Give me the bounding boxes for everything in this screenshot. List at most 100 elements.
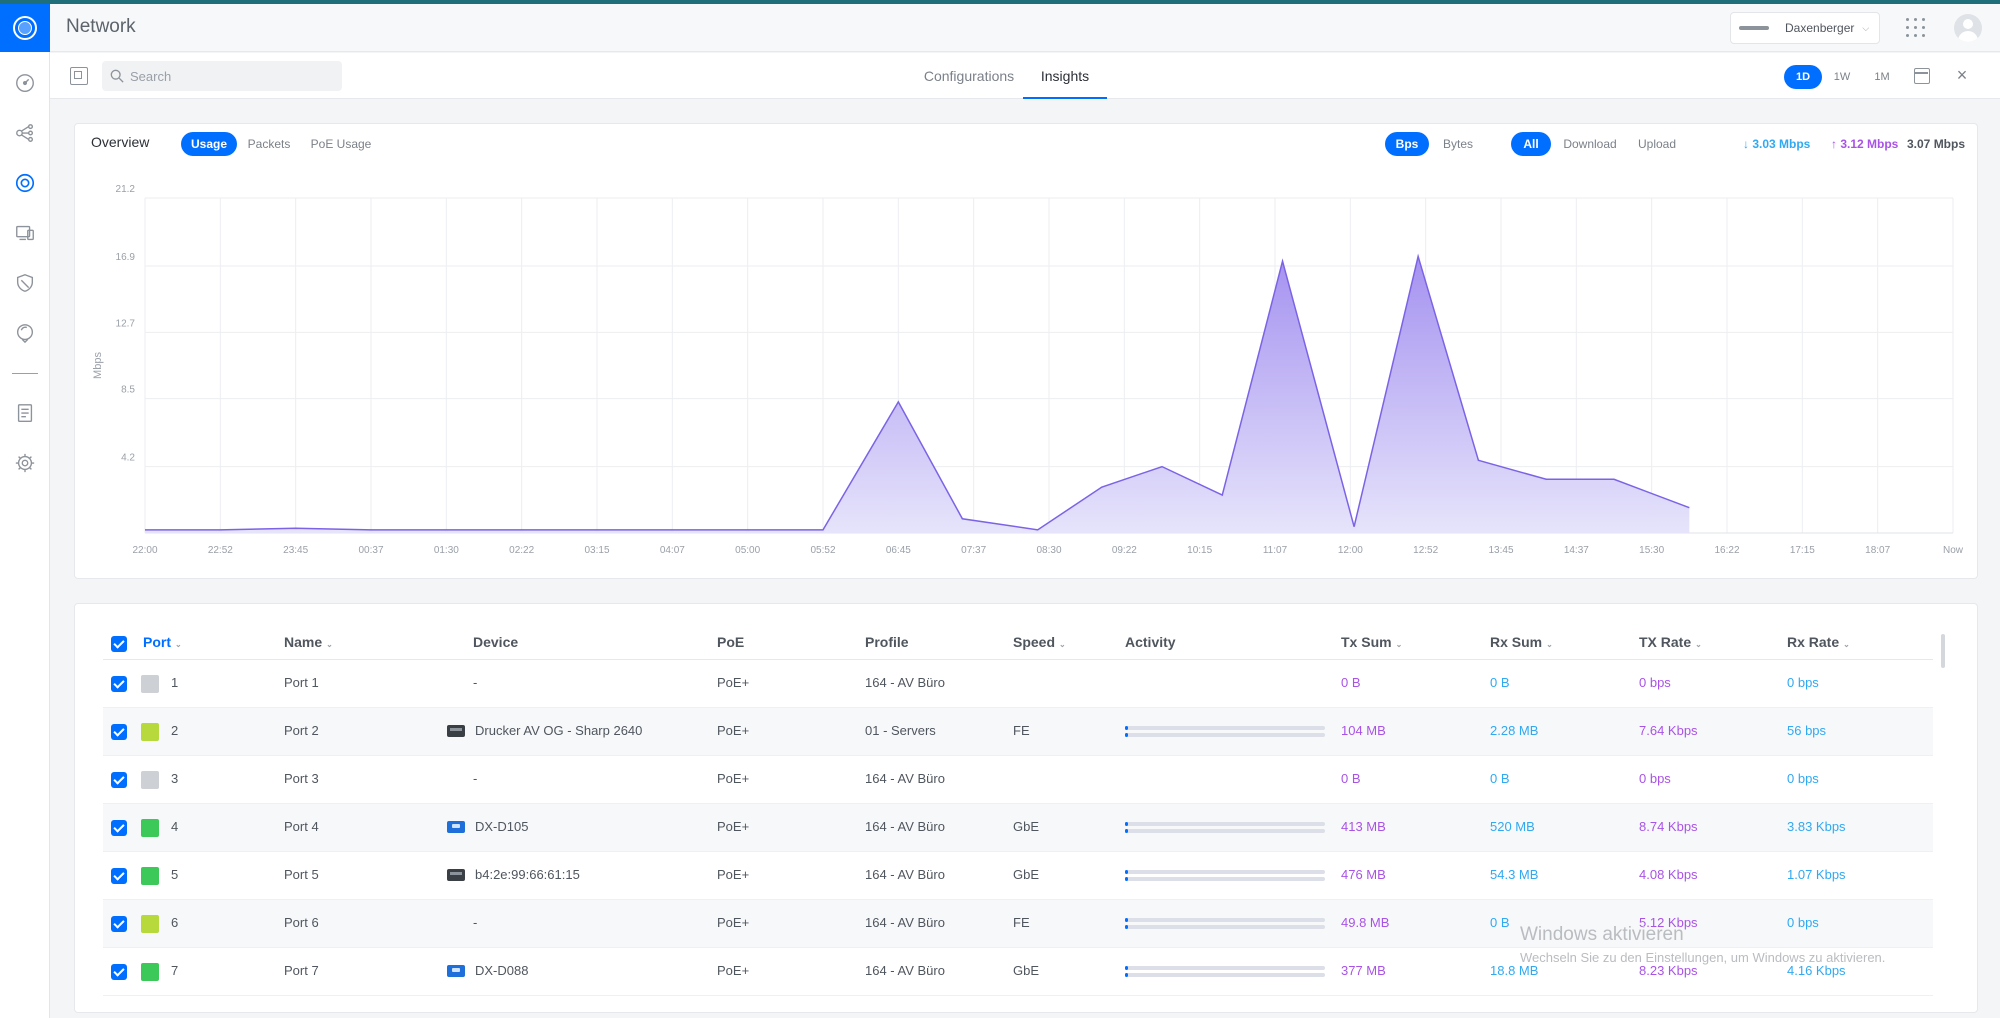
dashboard-icon[interactable]	[12, 70, 38, 96]
cell-profile: 164 - AV Büro	[865, 867, 945, 882]
data-point[interactable]	[1687, 506, 1691, 510]
cell-speed: FE	[1013, 915, 1030, 930]
column-activity[interactable]: Activity	[1125, 634, 1176, 650]
row-checkbox[interactable]	[111, 916, 127, 932]
site-selector[interactable]: Daxenberger ⌵	[1730, 12, 1880, 44]
data-point[interactable]	[821, 528, 825, 532]
user-avatar[interactable]	[1954, 14, 1982, 42]
column-tx-sum[interactable]: Tx Sum ⌄	[1341, 634, 1402, 650]
range-1d-button[interactable]: 1D	[1784, 65, 1822, 89]
cell-tx-sum: 0 B	[1341, 771, 1361, 786]
column-profile[interactable]: Profile	[865, 634, 909, 650]
data-point[interactable]	[1352, 525, 1356, 529]
range-1w-button[interactable]: 1W	[1824, 65, 1860, 89]
cell-speed: GbE	[1013, 819, 1040, 834]
cell-name: Port 4	[284, 819, 319, 834]
data-point[interactable]	[1220, 493, 1224, 497]
column-name[interactable]: Name ⌄	[284, 634, 333, 650]
device-name: DX-D088	[475, 963, 529, 978]
row-checkbox[interactable]	[111, 676, 127, 692]
activity-bars	[1125, 726, 1325, 738]
settings-gear-icon[interactable]	[12, 450, 38, 476]
windows-activation-title: Windows aktivieren	[1520, 924, 1684, 945]
range-1m-button[interactable]: 1M	[1864, 65, 1900, 89]
unifi-logo[interactable]	[0, 4, 50, 52]
table-row[interactable]: 2 Drucker AV OG - Sharp 2640 Port 2 PoE+ 01 …	[103, 708, 1933, 756]
cell-rx-sum: 18.8 MB	[1490, 963, 1539, 978]
tab-configurations[interactable]: Configurations	[906, 53, 1032, 99]
cell-rx-sum: 520 MB	[1490, 819, 1535, 834]
cell-rx-rate: 0 bps	[1787, 675, 1819, 690]
column-rx-rate[interactable]: Rx Rate ⌄	[1787, 634, 1850, 650]
data-point[interactable]	[520, 528, 524, 532]
data-point[interactable]	[896, 400, 900, 404]
insights-icon[interactable]	[12, 320, 38, 346]
table-row[interactable]: 5 b4:2e:99:66:61:15 Port 5 PoE+ 164 - AV Bür…	[103, 852, 1933, 900]
data-point[interactable]	[294, 526, 298, 530]
tab-insights[interactable]: Insights	[1023, 53, 1107, 99]
search-input[interactable]	[130, 68, 330, 84]
data-point[interactable]	[1416, 254, 1420, 258]
device-icon	[447, 725, 465, 737]
topology-icon[interactable]	[12, 120, 38, 146]
close-icon[interactable]: ×	[1952, 65, 1972, 85]
table-row[interactable]: 1 - Port 1 PoE+ 164 - AV Büro 0 B 0 B 0 bps 0 bp…	[103, 660, 1933, 708]
data-point[interactable]	[595, 528, 599, 532]
data-point[interactable]	[369, 528, 373, 532]
data-point[interactable]	[960, 517, 964, 521]
device-name: -	[473, 771, 478, 786]
calendar-icon[interactable]	[1914, 68, 1930, 84]
data-point[interactable]	[218, 528, 222, 532]
column-poe[interactable]: PoE	[717, 634, 744, 650]
port-status-swatch	[141, 723, 159, 741]
cell-profile: 164 - AV Büro	[865, 819, 945, 834]
data-point[interactable]	[1036, 528, 1040, 532]
row-checkbox[interactable]	[111, 964, 127, 980]
data-point[interactable]	[1281, 259, 1285, 263]
data-point[interactable]	[1160, 465, 1164, 469]
data-point[interactable]	[1612, 477, 1616, 481]
row-checkbox[interactable]	[111, 772, 127, 788]
data-point[interactable]	[1476, 458, 1480, 462]
device-icon	[447, 869, 465, 881]
devices-icon[interactable]	[12, 170, 38, 196]
log-icon[interactable]	[12, 400, 38, 426]
search-box[interactable]	[102, 61, 342, 91]
data-point[interactable]	[746, 528, 750, 532]
column-tx-rate[interactable]: TX Rate ⌄	[1639, 634, 1702, 650]
table-row[interactable]: 4 DX-D105 Port 4 PoE+ 164 - AV Büro GbE 413 MB…	[103, 804, 1933, 852]
column-device[interactable]: Device	[473, 634, 518, 650]
data-point[interactable]	[143, 528, 147, 532]
x-tick-label: 18:07	[1865, 545, 1890, 556]
cell-rx-rate: 4.16 Kbps	[1787, 963, 1846, 978]
usage-chart-card: Overview Usage Packets PoE Usage Bps Byt…	[74, 123, 1978, 579]
x-tick-label: 17:15	[1790, 545, 1815, 556]
column-speed[interactable]: Speed ⌄	[1013, 634, 1066, 650]
port-number: 4	[171, 819, 179, 834]
cell-name: Port 5	[284, 867, 319, 882]
x-tick-label: 14:37	[1564, 545, 1589, 556]
row-checkbox[interactable]	[111, 724, 127, 740]
apps-grid-icon[interactable]	[1906, 18, 1926, 38]
data-point[interactable]	[444, 528, 448, 532]
x-tick-label: 03:15	[584, 545, 609, 556]
data-point[interactable]	[1544, 477, 1548, 481]
layout-toggle-icon[interactable]	[70, 67, 88, 85]
data-point[interactable]	[670, 528, 674, 532]
column-port[interactable]: Port ⌄	[143, 634, 182, 650]
shield-icon[interactable]	[12, 270, 38, 296]
y-tick-label: 4.2	[121, 453, 135, 464]
table-row[interactable]: 3 - Port 3 PoE+ 164 - AV Büro 0 B 0 B 0 bps 0 bp…	[103, 756, 1933, 804]
clients-icon[interactable]	[12, 220, 38, 246]
data-point[interactable]	[1100, 485, 1104, 489]
column-rx-sum[interactable]: Rx Sum ⌄	[1490, 634, 1553, 650]
cell-tx-rate: 4.08 Kbps	[1639, 867, 1698, 882]
port-number: 7	[171, 963, 179, 978]
x-tick-label: 23:45	[283, 545, 308, 556]
row-checkbox[interactable]	[111, 868, 127, 884]
row-checkbox[interactable]	[111, 820, 127, 836]
table-scrollbar[interactable]	[1941, 634, 1945, 668]
select-all-checkbox[interactable]	[111, 636, 127, 652]
cell-rx-rate: 0 bps	[1787, 915, 1819, 930]
cell-tx-sum: 413 MB	[1341, 819, 1386, 834]
